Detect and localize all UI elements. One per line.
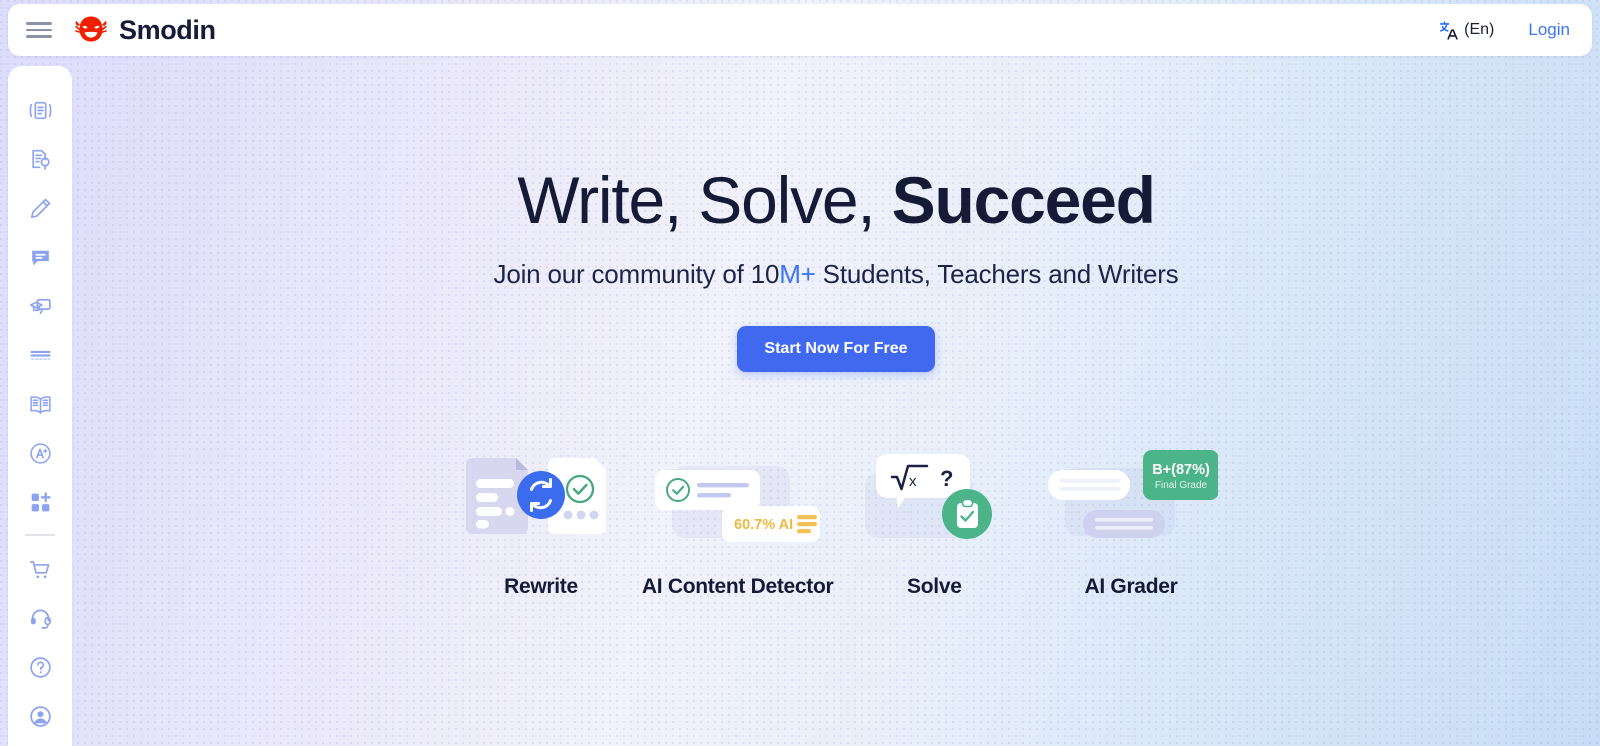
grade-badge-icon: B+(87%) Final Grade (1043, 448, 1220, 553)
start-now-button[interactable]: Start Now For Free (737, 326, 935, 373)
brand-logo[interactable]: Smodin (74, 13, 216, 47)
hero-section: Write, Solve, Succeed Join our community… (72, 66, 1600, 746)
sidebar-item-homework-help[interactable] (17, 282, 63, 331)
subtitle-prefix: Join our community of 10 (493, 259, 780, 290)
sidebar-item-account[interactable] (17, 692, 63, 741)
ai-detection-cards-icon: 60.7% AI (650, 448, 825, 553)
grid-plus-icon (31, 492, 51, 512)
subtitle-suffix: Students, Teachers and Writers (815, 259, 1179, 290)
sidebar-item-ai-grader[interactable] (17, 429, 63, 478)
top-bar: Smodin (En) Login (8, 4, 1592, 56)
headset-icon (30, 609, 51, 629)
feature-solve[interactable]: x ? Solve (839, 448, 1029, 599)
sidebar-item-summarizer[interactable] (17, 331, 63, 380)
grade-caption-label: Final Grade (1155, 480, 1208, 491)
language-label: (En) (1464, 21, 1495, 38)
feature-label: AI Content Detector (641, 575, 834, 599)
sidebar-item-writer[interactable] (17, 184, 63, 233)
subtitle-accent: M+ (779, 259, 816, 290)
question-circle-icon (29, 657, 51, 678)
document-refresh-icon (454, 448, 629, 553)
sidebar-item-rewriter[interactable] (17, 86, 63, 135)
top-bar-actions: (En) Login (1438, 20, 1570, 41)
feature-list: Rewrite 60.7% AI AI Content Detector x ?… (246, 448, 1426, 599)
feature-ai-content-detector[interactable]: 60.7% AI AI Content Detector (641, 448, 834, 599)
sidebar-item-chat[interactable] (17, 233, 63, 282)
feature-label: Rewrite (504, 575, 578, 599)
translate-icon (1439, 20, 1458, 40)
a-plus-circle-icon (29, 443, 51, 464)
shopping-cart-icon (29, 561, 49, 579)
feature-rewrite[interactable]: Rewrite (446, 448, 636, 599)
headline-bold: Succeed (891, 163, 1156, 237)
brand-name: Smodin (119, 14, 216, 45)
sidebar-item-more-tools[interactable] (17, 478, 63, 527)
headline-light: Write, Solve, (517, 163, 892, 237)
feature-label: AI Grader (1084, 575, 1178, 599)
sidebar-item-plagiarism-checker[interactable] (17, 135, 63, 184)
math-bubble-clipboard-icon: x ? (847, 448, 1022, 553)
page-subtitle: Join our community of 10M+ Students, Tea… (494, 259, 1179, 290)
question-mark-label: ? (940, 466, 953, 491)
open-book-icon (29, 396, 51, 414)
graduation-chat-icon (29, 298, 51, 315)
language-switcher[interactable]: (En) (1438, 20, 1494, 41)
grade-value-label: B+(87%) (1153, 462, 1211, 478)
sidebar-divider (25, 534, 55, 536)
feature-ai-grader[interactable]: B+(87%) Final Grade AI Grader (1036, 448, 1226, 599)
pencil-icon (30, 198, 50, 219)
document-search-icon (31, 149, 50, 170)
sidebar-item-reference-generator[interactable] (17, 380, 63, 429)
text-lines-icon (29, 350, 51, 360)
user-circle-icon (29, 706, 51, 727)
chat-bubble-icon (31, 250, 49, 266)
login-button[interactable]: Login (1528, 20, 1570, 40)
sidebar-item-help[interactable] (17, 643, 63, 692)
ai-percentage-label: 60.7% AI (734, 517, 793, 533)
sidebar-item-support[interactable] (17, 594, 63, 643)
math-variable-label: x (909, 473, 917, 490)
smodin-robot-logo-icon (75, 16, 107, 42)
sidebar (8, 66, 72, 746)
document-brackets-icon (29, 101, 51, 120)
feature-label: Solve (907, 575, 962, 599)
hamburger-menu-icon[interactable] (26, 20, 52, 40)
sidebar-item-pricing[interactable] (17, 545, 63, 594)
page-title: Write, Solve, Succeed (517, 163, 1156, 237)
